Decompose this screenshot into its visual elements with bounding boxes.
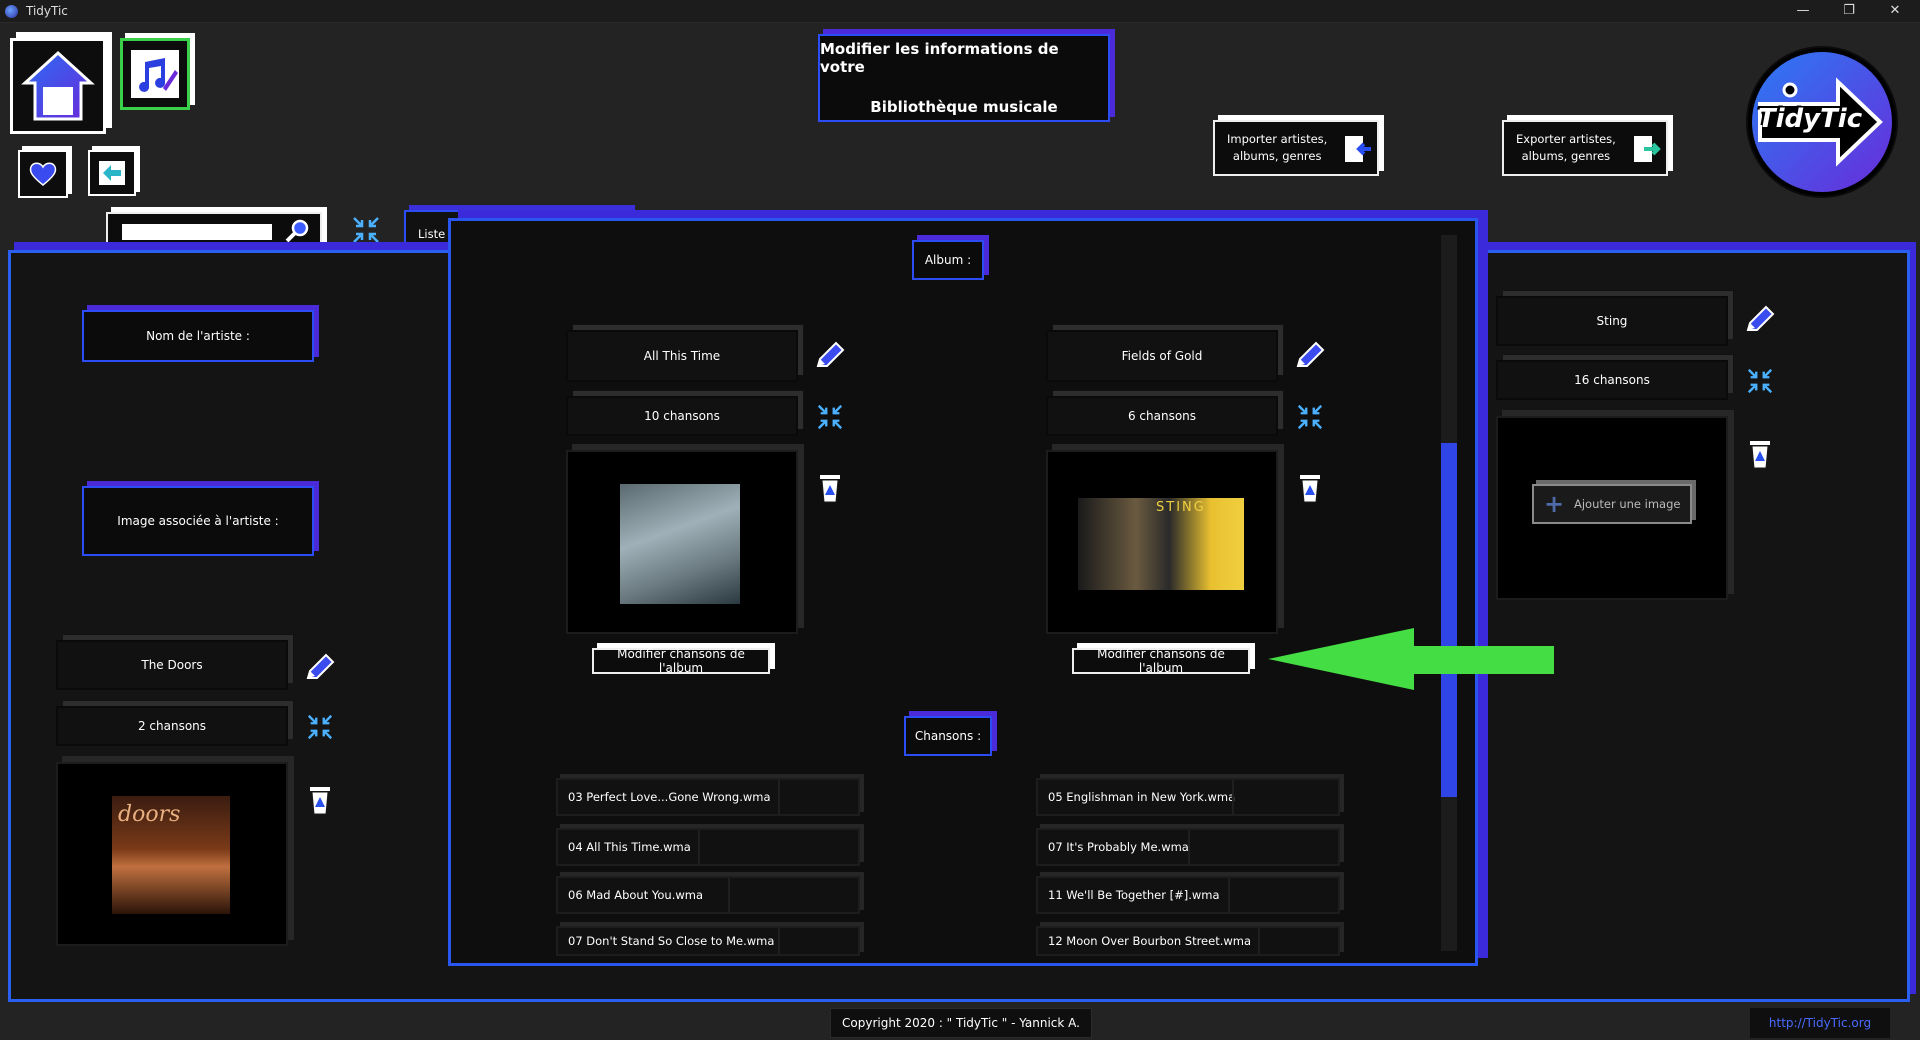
album-song-count: 6 chansons xyxy=(1046,396,1278,436)
trash-icon[interactable] xyxy=(1746,438,1774,470)
music-edit-button[interactable] xyxy=(120,38,190,110)
home-icon xyxy=(21,50,95,121)
page-title: Modifier les informations de votre Bibli… xyxy=(818,34,1110,122)
logo-text: TidyTic xyxy=(1757,104,1863,134)
album-header: Album : xyxy=(912,240,984,280)
song-item[interactable]: 11 We'll Be Together [#].wma xyxy=(1036,876,1340,914)
export-label-line1: Exporter artistes, xyxy=(1516,132,1616,146)
close-button[interactable]: ✕ xyxy=(1872,0,1918,23)
song-name: 03 Perfect Love...Gone Wrong.wma xyxy=(568,790,771,804)
tidytic-logo: TidyTic xyxy=(1742,42,1902,202)
artist-song-count: 2 chansons xyxy=(56,706,288,746)
title-bar: TidyTic — ❐ ✕ xyxy=(0,0,1920,23)
song-item[interactable]: 07 It's Probably Me.wma xyxy=(1036,828,1340,866)
export-button[interactable]: Exporter artistes, albums, genres xyxy=(1502,120,1668,176)
songs-header: Chansons : xyxy=(904,716,992,756)
app-icon xyxy=(5,5,18,18)
album-cover-box xyxy=(566,450,798,634)
tab-list-label: Liste xyxy=(418,227,446,241)
expand-icon[interactable] xyxy=(304,712,336,742)
collapse-icon[interactable] xyxy=(350,214,382,246)
edit-pencil-icon[interactable] xyxy=(1744,304,1776,334)
artist-image-label: Image associée à l'artiste : xyxy=(82,486,314,556)
modify-album-songs-button[interactable]: Modifier chansons de l'album xyxy=(1072,647,1250,675)
song-name: 12 Moon Over Bourbon Street.wma xyxy=(1048,934,1252,948)
search-icon[interactable] xyxy=(284,219,310,243)
import-label-line2: albums, genres xyxy=(1232,149,1322,163)
maximize-button[interactable]: ❐ xyxy=(1826,0,1872,23)
green-arrow-icon xyxy=(1268,628,1554,690)
doors-cover-text: doors xyxy=(118,802,181,827)
right-song-count: 16 chansons xyxy=(1496,360,1728,400)
back-button[interactable] xyxy=(88,150,136,196)
minimize-button[interactable]: — xyxy=(1780,0,1826,23)
artist-image-box: doors xyxy=(56,762,288,946)
album-cover-image xyxy=(620,484,740,604)
plus-icon: + xyxy=(1543,490,1565,518)
right-artist-name[interactable]: Sting xyxy=(1496,296,1728,346)
album-title-field[interactable]: All This Time xyxy=(566,330,798,382)
export-label-line2: albums, genres xyxy=(1521,149,1611,163)
copyright-text: Copyright 2020 : " TidyTic " - Yannick A… xyxy=(830,1008,1092,1038)
page-title-line1: Modifier les informations de votre xyxy=(820,40,1059,76)
right-image-box: + Ajouter une image xyxy=(1496,416,1728,600)
song-item[interactable]: 04 All This Time.wma xyxy=(556,828,860,866)
trash-icon[interactable] xyxy=(306,784,334,816)
modify-album-songs-button[interactable]: Modifier chansons de l'album xyxy=(592,647,770,675)
back-arrow-icon xyxy=(99,161,125,185)
artist-name-label: Nom de l'artiste : xyxy=(82,310,314,362)
song-name: 04 All This Time.wma xyxy=(568,840,691,854)
album-song-count: 10 chansons xyxy=(566,396,798,436)
edit-pencil-icon[interactable] xyxy=(814,340,846,370)
home-button[interactable] xyxy=(10,38,106,134)
song-name: 07 Don't Stand So Close to Me.wma xyxy=(568,934,775,948)
scrollbar-thumb[interactable] xyxy=(1441,443,1457,797)
search-box xyxy=(106,212,322,248)
trash-icon[interactable] xyxy=(816,472,844,504)
scrollbar-track[interactable] xyxy=(1441,235,1457,951)
window-title: TidyTic xyxy=(26,4,68,18)
album-cover-box: STING xyxy=(1046,450,1278,634)
edit-pencil-icon[interactable] xyxy=(1294,340,1326,370)
heart-icon xyxy=(29,162,57,186)
artist-name-field[interactable]: The Doors xyxy=(56,640,288,690)
song-name: 06 Mad About You.wma xyxy=(568,888,704,902)
page-title-line2: Bibliothèque musicale xyxy=(870,98,1058,116)
song-name: 07 It's Probably Me.wma xyxy=(1048,840,1189,854)
album-cover-image: STING xyxy=(1078,498,1244,590)
song-item[interactable]: 12 Moon Over Bourbon Street.wma xyxy=(1036,926,1340,956)
trash-icon[interactable] xyxy=(1296,472,1324,504)
import-button[interactable]: Importer artistes, albums, genres xyxy=(1213,120,1379,176)
add-image-button[interactable]: + Ajouter une image xyxy=(1532,484,1692,524)
favorites-button[interactable] xyxy=(18,150,68,198)
sting-cover-text: STING xyxy=(1156,500,1206,515)
album-title-field[interactable]: Fields of Gold xyxy=(1046,330,1278,382)
artist-cover-image: doors xyxy=(112,796,230,914)
expand-icon[interactable] xyxy=(1294,402,1326,432)
search-input[interactable] xyxy=(122,224,272,240)
song-item[interactable]: 05 Englishman in New York.wma xyxy=(1036,778,1340,816)
song-item[interactable]: 07 Don't Stand So Close to Me.wma xyxy=(556,926,860,956)
import-icon xyxy=(1345,136,1371,162)
song-name: 05 Englishman in New York.wma xyxy=(1048,790,1236,804)
song-name: 11 We'll Be Together [#].wma xyxy=(1048,888,1220,902)
song-item[interactable]: 06 Mad About You.wma xyxy=(556,876,860,914)
import-label-line1: Importer artistes, xyxy=(1227,132,1328,146)
expand-icon[interactable] xyxy=(1744,366,1776,396)
music-note-icon xyxy=(131,50,179,98)
song-item[interactable]: 03 Perfect Love...Gone Wrong.wma xyxy=(556,778,860,816)
website-link[interactable]: http://TidyTic.org xyxy=(1750,1008,1890,1038)
expand-icon[interactable] xyxy=(814,402,846,432)
export-icon xyxy=(1634,136,1661,162)
edit-pencil-icon[interactable] xyxy=(304,652,336,682)
add-image-label: Ajouter une image xyxy=(1574,497,1681,511)
